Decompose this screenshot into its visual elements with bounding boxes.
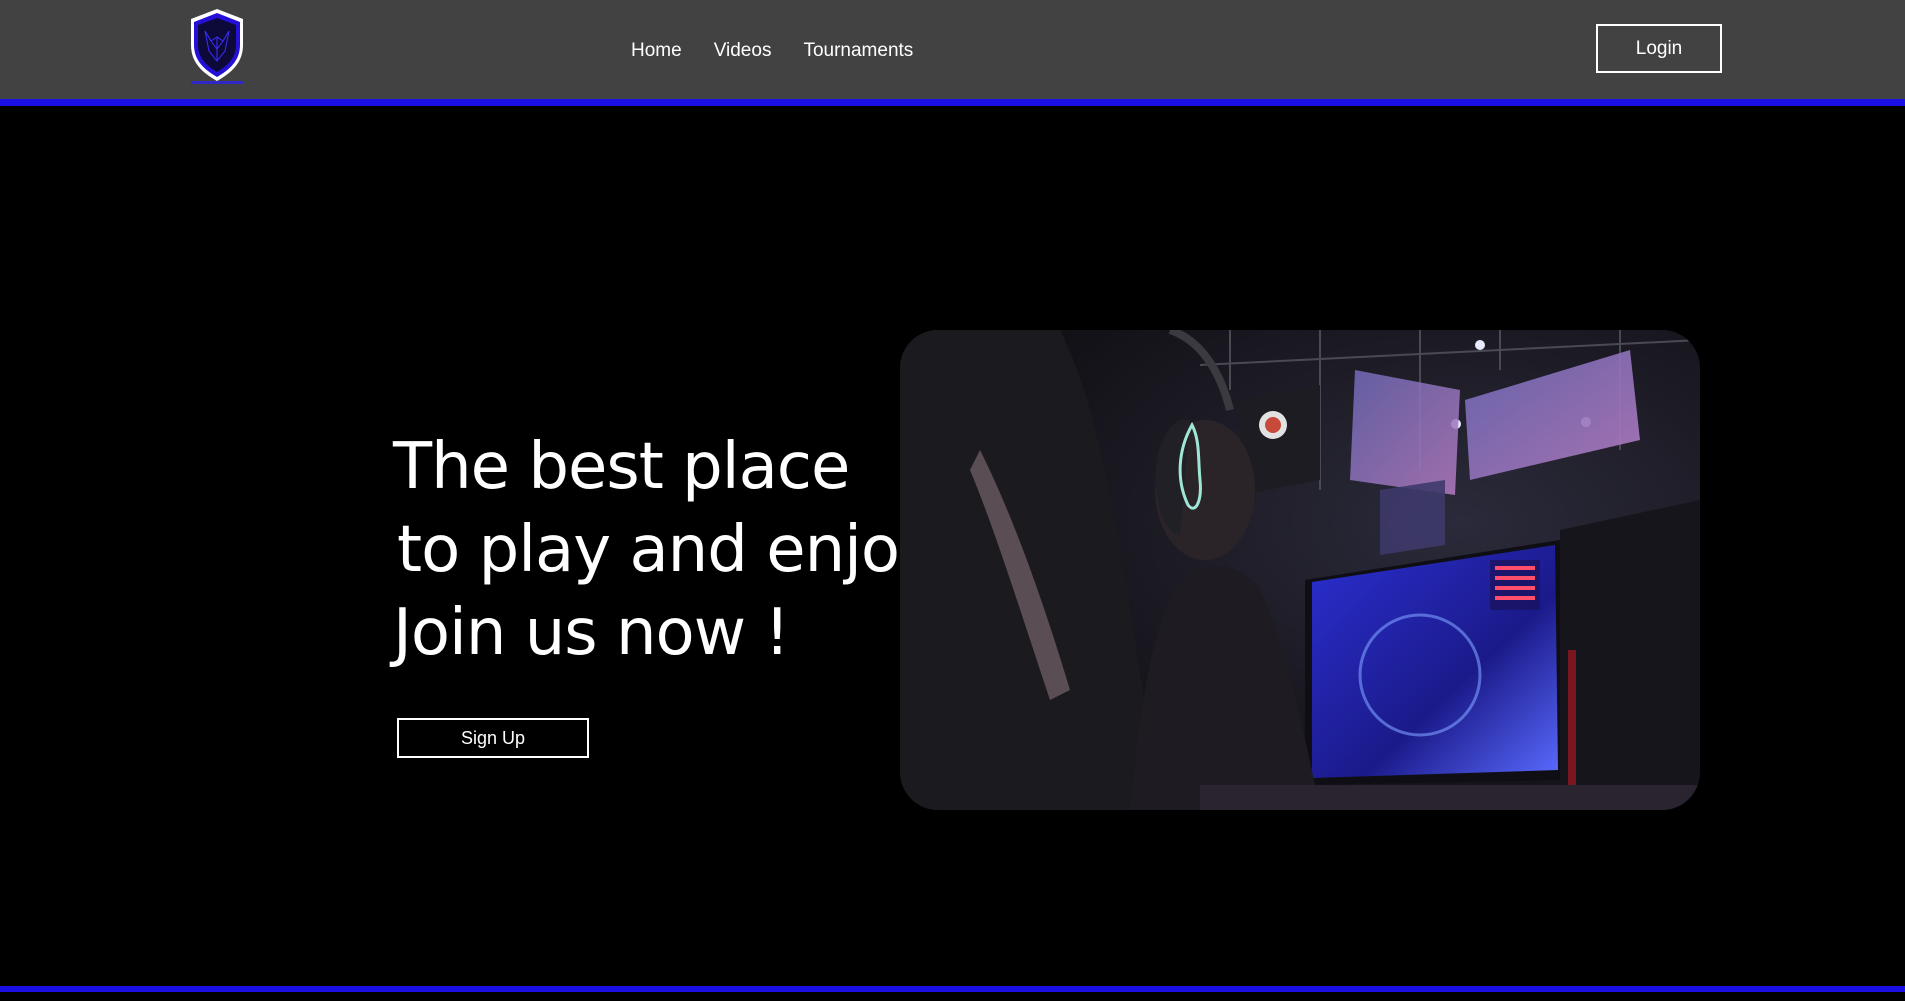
nav-videos[interactable]: Videos bbox=[714, 40, 772, 62]
hero-title-line-2: to play and enjoy bbox=[397, 513, 937, 587]
site-header: Home Videos Tournaments Login bbox=[0, 0, 1905, 99]
hero-image bbox=[900, 330, 1700, 810]
main-nav: Home Videos Tournaments bbox=[631, 36, 913, 66]
hero-title-line-3: Join us now ! bbox=[393, 596, 790, 670]
signup-button[interactable]: Sign Up bbox=[397, 718, 589, 758]
page: Home Videos Tournaments Login The best p… bbox=[0, 0, 1905, 1001]
logo-shield-graphic bbox=[191, 9, 243, 84]
hero-title: The best place to play and enjoy Join us… bbox=[393, 426, 937, 675]
nav-tournaments[interactable]: Tournaments bbox=[803, 40, 913, 62]
footer-accent-bar bbox=[0, 986, 1905, 992]
nav-home[interactable]: Home bbox=[631, 40, 682, 62]
login-button[interactable]: Login bbox=[1596, 24, 1722, 73]
gamer-esports-photo bbox=[900, 330, 1700, 810]
shield-wolf-icon[interactable] bbox=[185, 7, 249, 85]
hero-title-line-1: The best place bbox=[393, 430, 850, 504]
header-accent-bar bbox=[0, 99, 1905, 106]
